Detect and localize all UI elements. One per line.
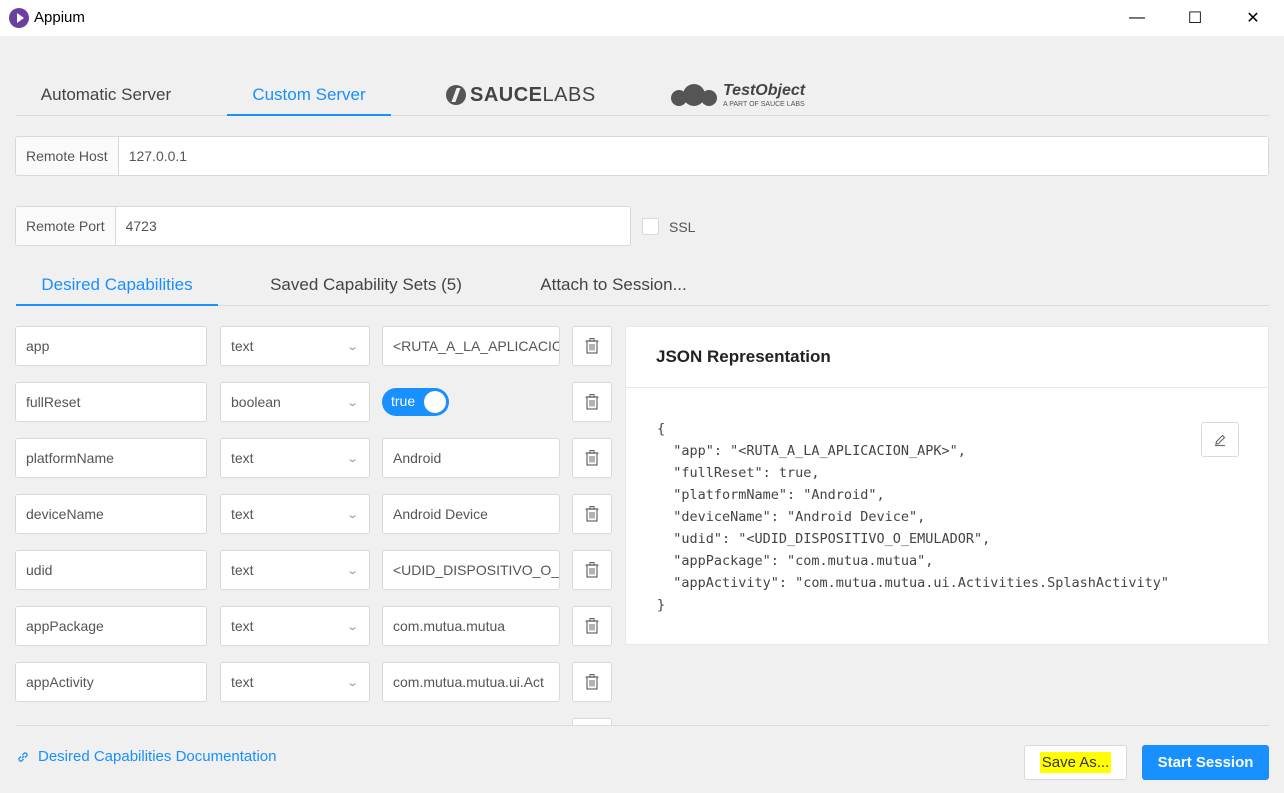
toggle-knob — [424, 391, 446, 413]
ssl-option[interactable]: SSL — [642, 218, 695, 235]
testobject-logo-sub: A PART OF SAUCE LABS — [723, 100, 805, 108]
trash-icon — [585, 393, 599, 410]
tab-saucelabs[interactable]: SAUCELABS — [446, 82, 596, 108]
saucelabs-logo-bold: SAUCE — [470, 83, 543, 106]
appium-logo-icon — [9, 8, 29, 28]
capability-type-label: text — [231, 450, 254, 466]
close-button[interactable]: ✕ — [1224, 0, 1282, 36]
remote-port-input[interactable]: 4723 — [116, 207, 630, 245]
chevron-down-icon: ⌄ — [345, 565, 359, 577]
chevron-down-icon: ⌄ — [345, 509, 359, 521]
capability-value-toggle[interactable]: true — [382, 388, 449, 416]
ssl-checkbox[interactable] — [642, 218, 659, 235]
chevron-down-icon: ⌄ — [345, 397, 359, 409]
capability-type-select[interactable]: text ⌄ — [220, 326, 370, 366]
capability-type-select[interactable]: boolean ⌄ — [220, 382, 370, 422]
capability-name-input[interactable]: platformName — [15, 438, 207, 478]
capability-value-input[interactable]: <UDID_DISPOSITIVO_O_ — [382, 550, 560, 590]
edit-json-button[interactable] — [1201, 422, 1239, 457]
start-session-button[interactable]: Start Session — [1142, 745, 1269, 780]
trash-icon — [585, 617, 599, 634]
tab-desired-capabilities[interactable]: Desired Capabilities — [16, 266, 218, 306]
trash-icon — [585, 505, 599, 522]
tab-saved-capability-sets[interactable]: Saved Capability Sets (5) — [256, 266, 476, 306]
capability-type-select[interactable]: text ⌄ — [220, 438, 370, 478]
capability-name-input[interactable]: fullReset — [15, 382, 207, 422]
capability-type-select[interactable]: text ⌄ — [220, 606, 370, 646]
json-representation-title: JSON Representation — [626, 327, 1268, 388]
capability-name-input[interactable]: appPackage — [15, 606, 207, 646]
chevron-down-icon: ⌄ — [345, 621, 359, 633]
delete-capability-button[interactable] — [572, 438, 612, 478]
delete-capability-button[interactable] — [572, 382, 612, 422]
capability-name-input[interactable]: udid — [15, 550, 207, 590]
trash-icon — [585, 561, 599, 578]
chevron-down-icon: ⌄ — [345, 341, 359, 353]
capability-type-label: boolean — [231, 394, 281, 410]
capability-name-input[interactable]: app — [15, 326, 207, 366]
capability-value-input[interactable]: <RUTA_A_LA_APLICACIC — [382, 326, 560, 366]
saucelabs-logo-light: LABS — [542, 83, 596, 106]
remote-host-label: Remote Host — [16, 137, 119, 175]
capability-tabs: Desired Capabilities Saved Capability Se… — [16, 266, 1269, 306]
doc-link-label: Desired Capabilities Documentation — [38, 748, 277, 765]
remote-port-label: Remote Port — [16, 207, 116, 245]
chevron-down-icon: ⌄ — [345, 677, 359, 689]
capability-type-label: text — [231, 674, 254, 690]
capability-name-input[interactable]: appActivity — [15, 662, 207, 702]
remote-host-input[interactable]: 127.0.0.1 — [119, 137, 1268, 175]
save-as-label: Save As... — [1039, 752, 1112, 773]
capability-type-select[interactable]: text ⌄ — [220, 494, 370, 534]
capability-value-input[interactable]: com.mutua.mutua.ui.Act — [382, 662, 560, 702]
saucelabs-logo-text: SAUCELABS — [470, 84, 596, 107]
capability-name-input[interactable]: deviceName — [15, 494, 207, 534]
ssl-label: SSL — [669, 218, 696, 235]
delete-capability-button[interactable] — [572, 606, 612, 646]
capability-value-input[interactable]: Android — [382, 438, 560, 478]
delete-capability-button[interactable] — [572, 494, 612, 534]
tab-testobject[interactable]: TestObject A PART OF SAUCE LABS — [671, 80, 805, 110]
title-bar: Appium — ☐ ✕ — [0, 0, 1284, 36]
pencil-icon — [1215, 434, 1226, 446]
remote-port-group: Remote Port 4723 — [15, 206, 631, 246]
window-title: Appium — [34, 9, 85, 26]
gear-icon — [671, 84, 717, 106]
link-icon — [18, 751, 28, 762]
capability-type-label: text — [231, 506, 254, 522]
trash-icon — [585, 449, 599, 466]
trash-icon — [585, 673, 599, 690]
capability-type-label: text — [231, 618, 254, 634]
maximize-button[interactable]: ☐ — [1166, 0, 1224, 36]
json-content: { "app": "<RUTA_A_LA_APLICACION_APK>", "… — [657, 421, 1170, 613]
saucelabs-logo-icon — [446, 85, 466, 105]
testobject-logo-main: TestObject — [723, 81, 806, 99]
capability-type-label: text — [231, 338, 254, 354]
save-as-button[interactable]: Save As... — [1024, 745, 1127, 780]
tab-attach-to-session[interactable]: Attach to Session... — [526, 266, 701, 306]
footer-divider — [16, 725, 1269, 726]
json-representation-card: JSON Representation { "app": "<RUTA_A_LA… — [625, 326, 1269, 645]
tab-custom-server[interactable]: Custom Server — [227, 76, 391, 116]
server-tabs: Automatic Server Custom Server SAUCELABS… — [16, 76, 1269, 116]
delete-capability-button[interactable] — [572, 662, 612, 702]
tab-automatic-server[interactable]: Automatic Server — [16, 76, 196, 116]
delete-capability-button[interactable] — [572, 550, 612, 590]
delete-capability-button[interactable] — [572, 326, 612, 366]
chevron-down-icon: ⌄ — [345, 453, 359, 465]
capability-type-select[interactable]: text ⌄ — [220, 662, 370, 702]
remote-host-group: Remote Host 127.0.0.1 — [15, 136, 1269, 176]
capability-type-select[interactable]: text ⌄ — [220, 550, 370, 590]
trash-icon — [585, 337, 599, 354]
capability-value-input[interactable]: Android Device — [382, 494, 560, 534]
capability-type-label: text — [231, 562, 254, 578]
capability-value-input[interactable]: com.mutua.mutua — [382, 606, 560, 646]
testobject-logo: TestObject A PART OF SAUCE LABS — [723, 81, 806, 108]
desired-capabilities-docs-link[interactable]: Desired Capabilities Documentation — [16, 748, 276, 765]
toggle-label: true — [391, 393, 416, 409]
minimize-button[interactable]: — — [1108, 0, 1166, 36]
